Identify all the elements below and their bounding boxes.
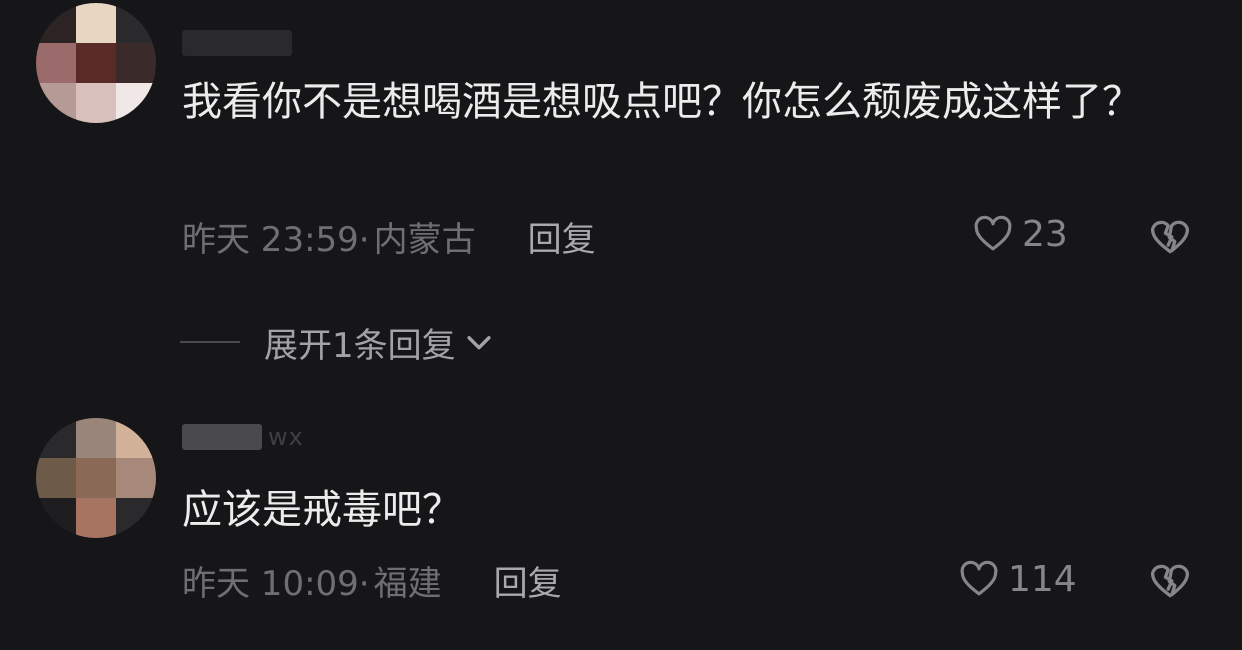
comment-time: 昨天 23:59· — [182, 219, 370, 260]
dislike-button[interactable] — [1148, 558, 1192, 606]
username[interactable]: wx — [182, 423, 304, 451]
comment-text: 我看你不是想喝酒是想吸点吧？你怎么颓废成这样了？ — [182, 79, 1142, 125]
heart-outline-icon — [960, 560, 998, 596]
comment-meta: 昨天 23:59· 内蒙古 回复 — [182, 212, 596, 260]
comment-item: 我看你不是想喝酒是想吸点吧？你怎么颓废成这样了？ 昨天 23:59· 内蒙古 回… — [0, 0, 1242, 300]
expand-replies-button[interactable]: 展开1条回复 — [180, 318, 496, 366]
expand-divider — [180, 341, 240, 343]
avatar[interactable] — [36, 418, 156, 538]
comment-region: 内蒙古 — [373, 219, 476, 260]
username-blurred — [182, 424, 262, 450]
like-button[interactable]: 23 — [972, 213, 1068, 255]
username-blurred — [182, 30, 292, 56]
like-count: 23 — [1022, 213, 1068, 255]
like-button[interactable]: 114 — [958, 558, 1077, 600]
username-text: wx — [268, 423, 304, 451]
reply-button[interactable]: 回复 — [528, 212, 596, 261]
reply-button[interactable]: 回复 — [494, 556, 562, 605]
expand-replies-label: 展开1条回复 — [264, 325, 456, 366]
username[interactable] — [182, 30, 298, 56]
avatar[interactable] — [36, 3, 156, 123]
comment-time: 昨天 10:09· — [182, 563, 370, 604]
chevron-down-icon — [467, 336, 491, 350]
comment-item: wx 应该是戒毒吧？ 昨天 10:09· 福建 回复 114 — [0, 400, 1242, 650]
comment-region: 福建 — [373, 563, 442, 604]
broken-heart-icon — [1150, 220, 1190, 254]
broken-heart-icon — [1150, 564, 1190, 598]
comment-meta: 昨天 10:09· 福建 回复 — [182, 556, 562, 604]
comment-text: 应该是戒毒吧？ — [182, 487, 462, 533]
like-count: 114 — [1008, 558, 1077, 600]
dislike-button[interactable] — [1148, 214, 1192, 262]
heart-outline-icon — [974, 215, 1012, 251]
